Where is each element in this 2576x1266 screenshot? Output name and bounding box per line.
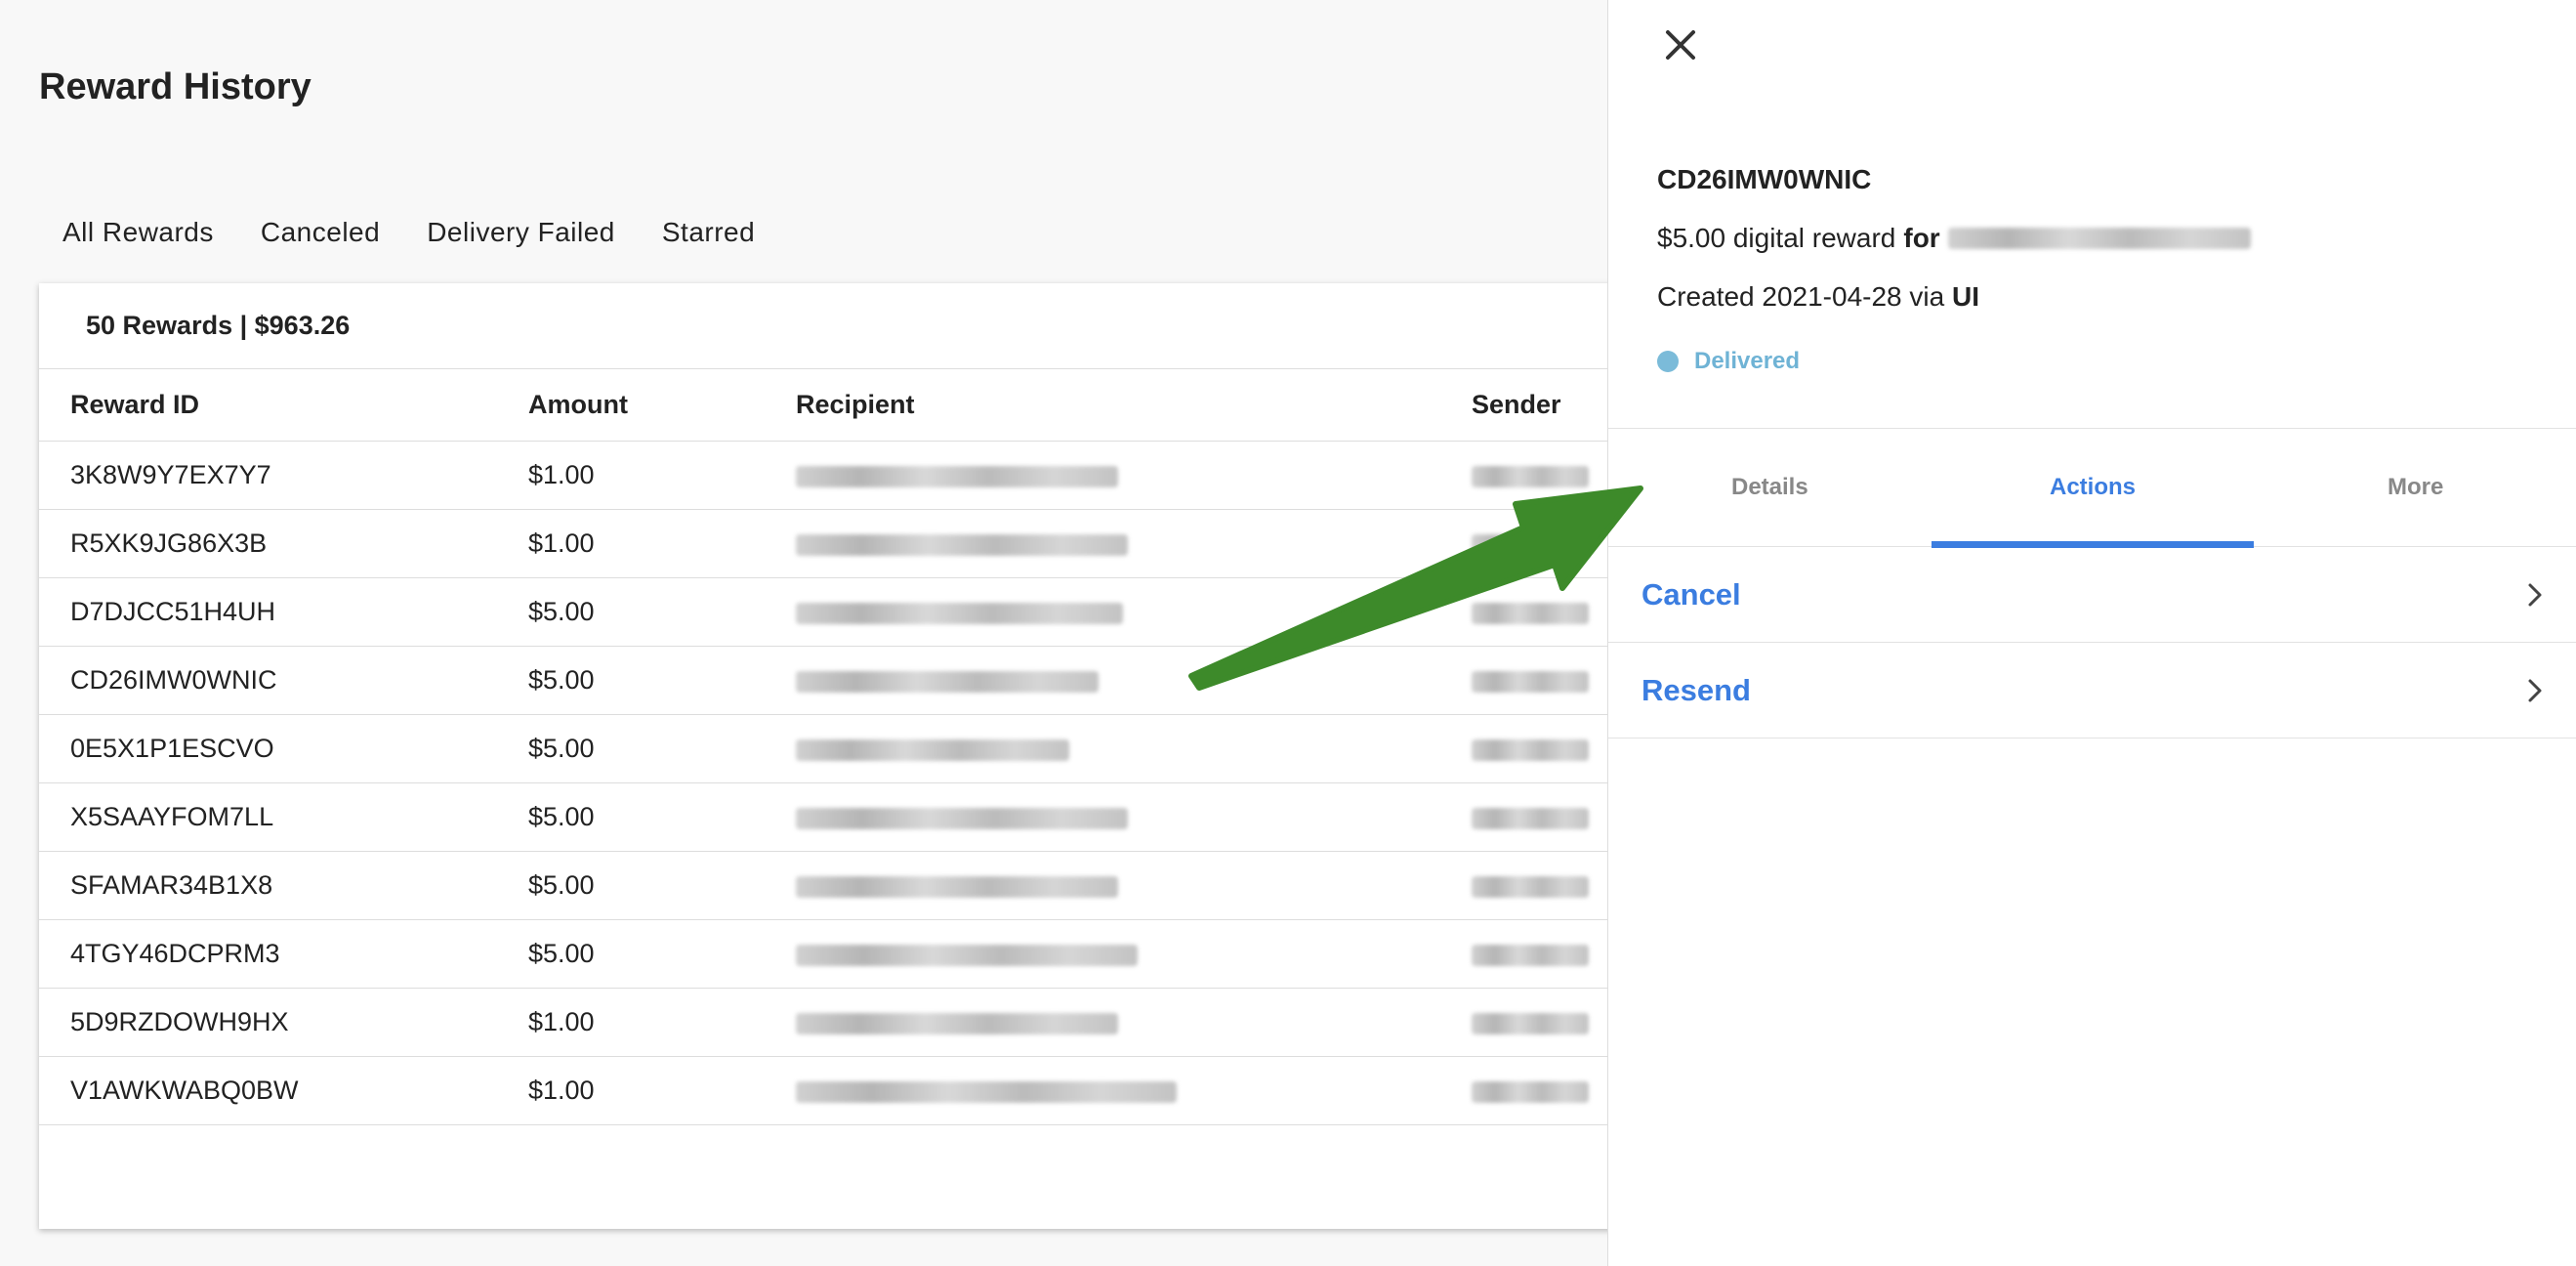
table-row[interactable]: CD26IMW0WNIC $5.00 [39, 647, 1660, 715]
reward-created: Created 2021-04-28 via UI [1657, 281, 1979, 313]
rewards-summary: 50 Rewards | $963.26 [39, 283, 1660, 369]
sender-email-redacted [1472, 875, 1589, 898]
tab-actions[interactable]: Actions [1931, 429, 2255, 548]
amount-cell: $1.00 [528, 1007, 595, 1036]
sender-email-redacted [1472, 807, 1589, 829]
table-row[interactable]: 3K8W9Y7EX7Y7 $1.00 [39, 442, 1660, 510]
table-row[interactable]: SFAMAR34B1X8 $5.00 [39, 852, 1660, 920]
recipient-email-redacted [1947, 228, 2251, 249]
header-reward-id[interactable]: Reward ID [39, 390, 513, 420]
header-recipient[interactable]: Recipient [784, 390, 1462, 420]
resend-action-label: Resend [1641, 672, 1751, 707]
reward-amount-text: $5.00 digital reward [1657, 223, 1896, 253]
recipient-cell [784, 665, 1462, 696]
table-row[interactable]: V1AWKWABQ0BW $1.00 [39, 1057, 1660, 1125]
recipient-email-redacted [796, 1012, 1118, 1034]
amount-cell: $1.00 [528, 1076, 595, 1105]
sender-email-redacted [1472, 738, 1589, 761]
table-row[interactable]: X5SAAYFOM7LL $5.00 [39, 783, 1660, 852]
amount-cell: $5.00 [528, 939, 595, 968]
recipient-email-redacted [796, 944, 1138, 966]
reward-detail-panel: CD26IMW0WNIC $5.00 digital reward for Cr… [1607, 0, 2576, 1266]
recipient-cell [784, 460, 1462, 490]
sender-email-redacted [1472, 1012, 1589, 1034]
amount-cell: $1.00 [528, 460, 595, 489]
sender-email-redacted [1472, 670, 1589, 693]
recipient-email-redacted [796, 875, 1118, 898]
resend-action[interactable]: Resend [1608, 643, 2576, 738]
cancel-action[interactable]: Cancel [1608, 547, 2576, 643]
recipient-cell [784, 1007, 1462, 1037]
recipient-email-redacted [796, 533, 1128, 556]
recipient-email-redacted [796, 465, 1118, 487]
reward-id-cell: X5SAAYFOM7LL [70, 802, 274, 831]
table-body: 3K8W9Y7EX7Y7 $1.00 R5XK9JG86X3B $1.00 D7DJCC… [39, 442, 1660, 1125]
status-dot-icon [1657, 351, 1679, 372]
table-row[interactable]: R5XK9JG86X3B $1.00 [39, 510, 1660, 578]
sender-email-redacted [1472, 1080, 1589, 1103]
sender-email-redacted [1472, 465, 1589, 487]
amount-cell: $5.00 [528, 870, 595, 900]
created-text: Created 2021-04-28 via [1657, 281, 1945, 312]
recipient-cell [784, 528, 1462, 559]
cancel-action-label: Cancel [1641, 576, 1741, 612]
chevron-right-icon [2528, 679, 2542, 701]
close-icon[interactable] [1659, 23, 1702, 66]
recipient-cell [784, 1076, 1462, 1106]
tab-delivery-failed[interactable]: Delivery Failed [403, 217, 639, 248]
reward-id-cell: 3K8W9Y7EX7Y7 [70, 460, 271, 489]
amount-cell: $1.00 [528, 528, 595, 558]
status-badge: Delivered [1657, 348, 1800, 375]
recipient-cell [784, 734, 1462, 764]
table-header: Reward ID Amount Recipient Sender [39, 369, 1660, 442]
amount-cell: $5.00 [528, 597, 595, 626]
reward-id-cell: D7DJCC51H4UH [70, 597, 276, 626]
amount-cell: $5.00 [528, 802, 595, 831]
table-row[interactable]: 0E5X1P1ESCVO $5.00 [39, 715, 1660, 783]
reward-description: $5.00 digital reward for [1657, 223, 2251, 254]
panel-tabs: Details Actions More [1608, 428, 2576, 548]
tab-more[interactable]: More [2254, 429, 2576, 546]
recipient-cell [784, 597, 1462, 627]
tab-all-rewards[interactable]: All Rewards [39, 217, 237, 248]
recipient-cell [784, 939, 1462, 969]
tab-details[interactable]: Details [1608, 429, 1932, 546]
reward-id-cell: SFAMAR34B1X8 [70, 870, 273, 900]
reward-id-cell: 5D9RZDOWH9HX [70, 1007, 289, 1036]
sender-email-redacted [1472, 533, 1589, 556]
sender-email-redacted [1472, 602, 1589, 624]
recipient-cell [784, 802, 1462, 832]
page-title: Reward History [39, 66, 312, 107]
created-via: UI [1951, 281, 1979, 312]
amount-cell: $5.00 [528, 734, 595, 763]
recipient-email-redacted [796, 738, 1069, 761]
reward-id-cell: 4TGY46DCPRM3 [70, 939, 280, 968]
recipient-email-redacted [796, 670, 1099, 693]
table-row[interactable]: 5D9RZDOWH9HX $1.00 [39, 989, 1660, 1057]
rewards-table-card: 50 Rewards | $963.26 Reward ID Amount Re… [39, 283, 1660, 1229]
recipient-email-redacted [796, 602, 1123, 624]
reward-for-text: for [1903, 223, 1940, 253]
reward-id-cell: 0E5X1P1ESCVO [70, 734, 274, 763]
tab-starred[interactable]: Starred [639, 217, 778, 248]
recipient-cell [784, 870, 1462, 901]
amount-cell: $5.00 [528, 665, 595, 695]
chevron-right-icon [2528, 583, 2542, 606]
table-row[interactable]: D7DJCC51H4UH $5.00 [39, 578, 1660, 647]
recipient-email-redacted [796, 1080, 1177, 1103]
reward-id-cell: V1AWKWABQ0BW [70, 1076, 299, 1105]
header-amount[interactable]: Amount [513, 390, 784, 420]
reward-id-cell: CD26IMW0WNIC [70, 665, 277, 695]
recipient-email-redacted [796, 807, 1128, 829]
table-row[interactable]: 4TGY46DCPRM3 $5.00 [39, 920, 1660, 989]
reward-id-cell: R5XK9JG86X3B [70, 528, 268, 558]
reward-id: CD26IMW0WNIC [1657, 164, 1872, 194]
tab-canceled[interactable]: Canceled [237, 217, 403, 248]
filter-tabs: All Rewards Canceled Delivery Failed Sta… [39, 217, 778, 248]
sender-email-redacted [1472, 944, 1589, 966]
status-text: Delivered [1694, 348, 1801, 374]
